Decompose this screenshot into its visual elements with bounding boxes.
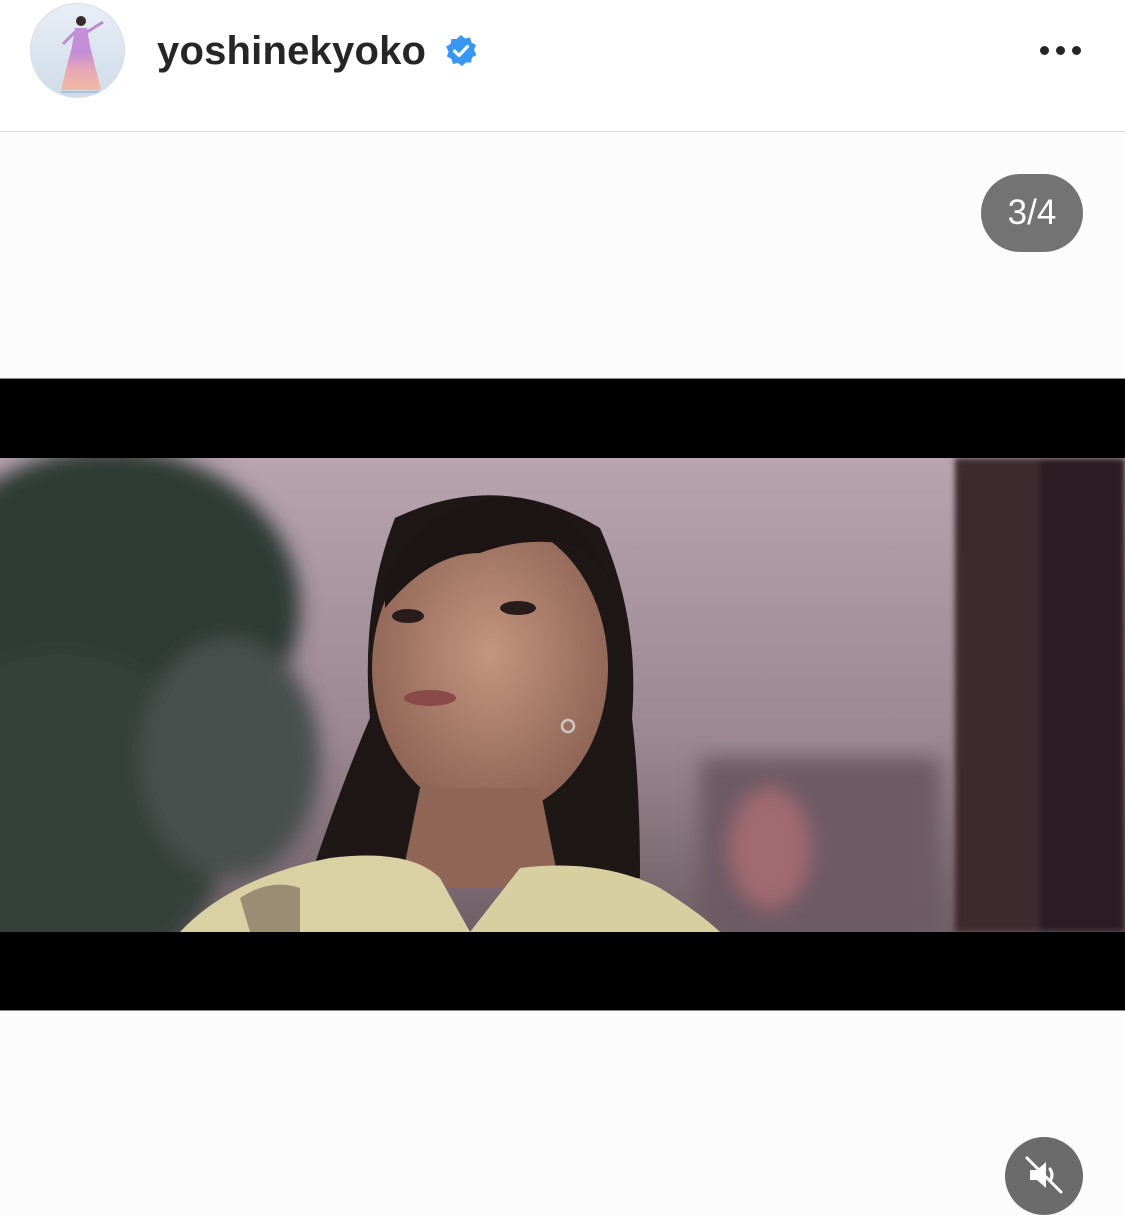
profile-avatar[interactable] <box>30 3 125 98</box>
carousel-counter: 3/4 <box>981 174 1083 252</box>
more-options-icon[interactable] <box>1030 30 1090 70</box>
avatar-image <box>31 4 124 97</box>
more-dot <box>1055 45 1065 55</box>
mute-button[interactable] <box>1005 1137 1083 1215</box>
speaker-muted-icon <box>1025 1156 1063 1194</box>
post-video[interactable] <box>0 378 1125 1011</box>
post-header: yoshinekyoko <box>0 0 1125 132</box>
more-dot <box>1071 45 1081 55</box>
verified-badge-icon <box>446 35 477 66</box>
more-dot <box>1039 45 1049 55</box>
video-frame <box>0 458 1125 932</box>
username[interactable]: yoshinekyoko <box>157 28 426 74</box>
